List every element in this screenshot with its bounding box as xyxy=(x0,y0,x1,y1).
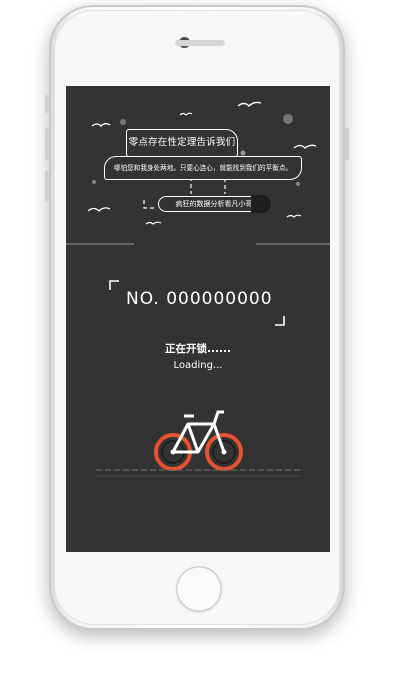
unlocking-status: 正在开锁...... xyxy=(165,343,231,355)
speech-bubble-message: 哪怕您和我身处两地。只要心连心，就能找到我们的平衡点。 xyxy=(104,156,302,180)
mute-switch xyxy=(45,95,49,113)
bubble-accent xyxy=(251,195,271,213)
corner-bracket-icon xyxy=(109,280,119,290)
volume-down-button xyxy=(45,170,49,202)
volume-up-button xyxy=(45,128,49,160)
bird-icon xyxy=(91,123,111,127)
app-screen: 零点存在性定理告诉我们 哪怕您和我身处两地。只要心连心，就能找到我们的平衡点。 … xyxy=(66,86,330,552)
decor-dot xyxy=(120,119,126,125)
earpiece-speaker xyxy=(175,40,225,46)
connector-line xyxy=(143,198,154,209)
decor-dot xyxy=(296,182,300,186)
bird-icon xyxy=(179,112,193,116)
bird-icon xyxy=(237,101,262,107)
decor-dot xyxy=(92,180,96,184)
speech-bubble-title: 零点存在性定理告诉我们 xyxy=(126,129,238,157)
corner-bracket-icon xyxy=(275,316,285,326)
bird-icon xyxy=(293,144,317,149)
bird-icon xyxy=(87,207,111,212)
home-button[interactable] xyxy=(176,566,222,612)
speech-bubble-author: 疯狂的数据分析看凡小哥 xyxy=(158,195,271,213)
decor-dot xyxy=(283,114,293,124)
bird-icon xyxy=(286,214,302,218)
decor-dot xyxy=(240,150,246,156)
bike-number: NO. 000000000 xyxy=(126,289,273,309)
bicycle-icon xyxy=(154,410,243,471)
author-label: 疯狂的数据分析看凡小哥 xyxy=(175,200,253,208)
bird-icon xyxy=(145,221,162,225)
power-button xyxy=(345,128,349,160)
loading-status: Loading... xyxy=(173,360,223,371)
